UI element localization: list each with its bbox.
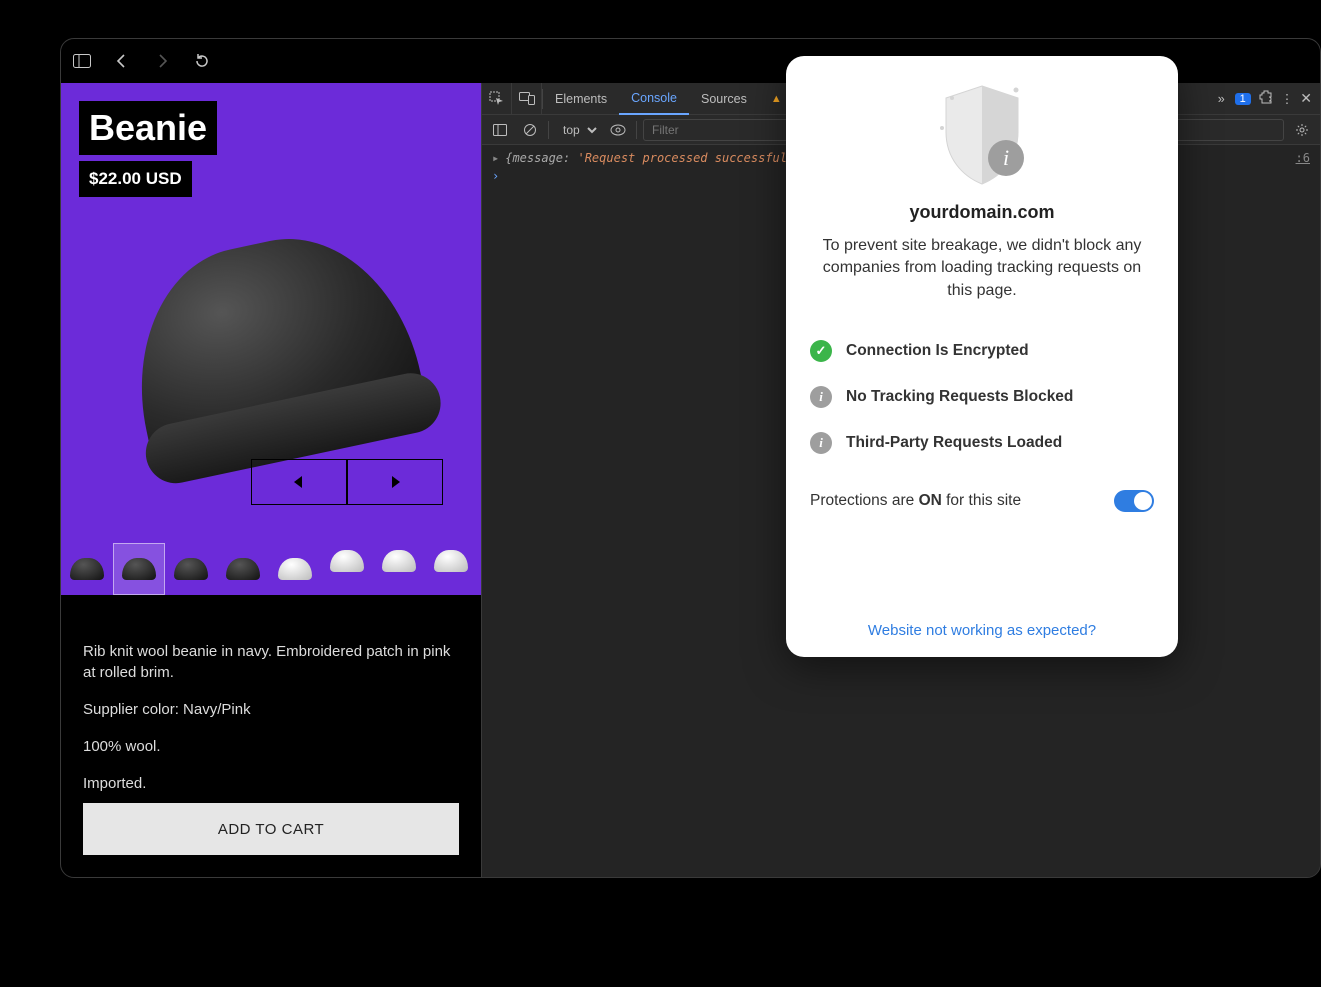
thumbnail-8[interactable] <box>425 543 477 595</box>
inspect-icon[interactable] <box>482 83 512 115</box>
desc-line-1: Rib knit wool beanie in navy. Embroidere… <box>83 641 459 683</box>
sidebar-toggle-icon[interactable] <box>71 50 93 72</box>
add-to-cart-button[interactable]: ADD TO CART <box>83 803 459 855</box>
privacy-popover: i yourdomain.com To prevent site breakag… <box>786 56 1178 657</box>
thumbnail-3[interactable] <box>165 543 217 595</box>
thumbnail-1[interactable] <box>61 543 113 595</box>
forward-button[interactable] <box>151 50 173 72</box>
kebab-menu-icon[interactable]: ⋮ <box>1281 91 1293 106</box>
thumbnail-image <box>226 558 260 580</box>
thumbnail-image <box>70 558 104 580</box>
console-source-link[interactable]: :6 <box>1296 151 1310 165</box>
more-tabs-icon[interactable]: » <box>1218 92 1225 106</box>
thumbnail-image <box>278 558 312 580</box>
console-settings-icon[interactable] <box>1290 118 1314 142</box>
thumbnail-5[interactable] <box>269 543 321 595</box>
shield-icon: i <box>932 80 1032 190</box>
console-message: {message: 'Request processed successfull… <box>505 151 823 165</box>
console-sidebar-toggle-icon[interactable] <box>488 118 512 142</box>
svg-text:i: i <box>1003 145 1009 170</box>
back-button[interactable] <box>111 50 133 72</box>
live-expression-icon[interactable] <box>606 118 630 142</box>
protections-toggle[interactable] <box>1114 490 1154 512</box>
thumbnail-image <box>122 558 156 580</box>
prev-image-button[interactable] <box>251 459 347 505</box>
product-image <box>113 216 428 470</box>
info-icon: i <box>810 432 832 454</box>
tab-sources[interactable]: Sources <box>689 83 759 115</box>
thumbnail-image <box>174 558 208 580</box>
thumbnail-image <box>434 550 468 572</box>
clear-console-icon[interactable] <box>518 118 542 142</box>
thumbnail-image <box>382 550 416 572</box>
thumbnail-7[interactable] <box>373 543 425 595</box>
desc-line-2: Supplier color: Navy/Pink <box>83 699 459 720</box>
reload-button[interactable] <box>191 50 213 72</box>
status-label: Third-Party Requests Loaded <box>846 434 1062 452</box>
popover-description: To prevent site breakage, we didn't bloc… <box>810 235 1154 302</box>
next-image-button[interactable] <box>347 459 443 505</box>
status-row-trackers[interactable]: i No Tracking Requests Blocked <box>810 374 1154 420</box>
status-label: No Tracking Requests Blocked <box>846 388 1073 406</box>
status-label: Connection Is Encrypted <box>846 342 1029 360</box>
product-title: Beanie <box>79 101 217 155</box>
extensions-icon[interactable] <box>1259 90 1273 107</box>
thumbnail-6[interactable] <box>321 543 373 595</box>
tab-elements[interactable]: Elements <box>543 83 619 115</box>
device-toggle-icon[interactable] <box>512 83 542 115</box>
popover-domain: yourdomain.com <box>810 202 1154 223</box>
desc-line-4: Imported. <box>83 773 459 794</box>
site-viewport: Beanie $22.00 USD Rib knit wool beanie i… <box>61 83 481 877</box>
tab-console[interactable]: Console <box>619 83 689 115</box>
close-devtools-icon[interactable]: ✕ <box>1300 90 1312 107</box>
warning-icon: ▲ <box>771 93 782 105</box>
expand-caret-icon[interactable]: ▸ <box>492 151 499 165</box>
not-working-link[interactable]: Website not working as expected? <box>810 622 1154 639</box>
carousel-arrows <box>251 459 443 505</box>
protections-label: Protections are ON for this site <box>810 492 1021 510</box>
error-count-badge[interactable]: 1 <box>1235 93 1251 105</box>
check-icon: ✓ <box>810 340 832 362</box>
product-price: $22.00 USD <box>79 161 192 197</box>
status-row-encryption[interactable]: ✓ Connection Is Encrypted <box>810 328 1154 374</box>
status-row-thirdparty[interactable]: i Third-Party Requests Loaded <box>810 420 1154 466</box>
thumbnail-4[interactable] <box>217 543 269 595</box>
thumbnail-image <box>330 550 364 572</box>
thumbnail-strip <box>61 543 481 595</box>
execution-context-select[interactable]: top <box>555 120 600 140</box>
info-icon: i <box>810 386 832 408</box>
desc-line-3: 100% wool. <box>83 736 459 757</box>
protections-row: Protections are ON for this site <box>810 490 1154 512</box>
thumbnail-2[interactable] <box>113 543 165 595</box>
product-description: Rib knit wool beanie in navy. Embroidere… <box>83 641 459 810</box>
